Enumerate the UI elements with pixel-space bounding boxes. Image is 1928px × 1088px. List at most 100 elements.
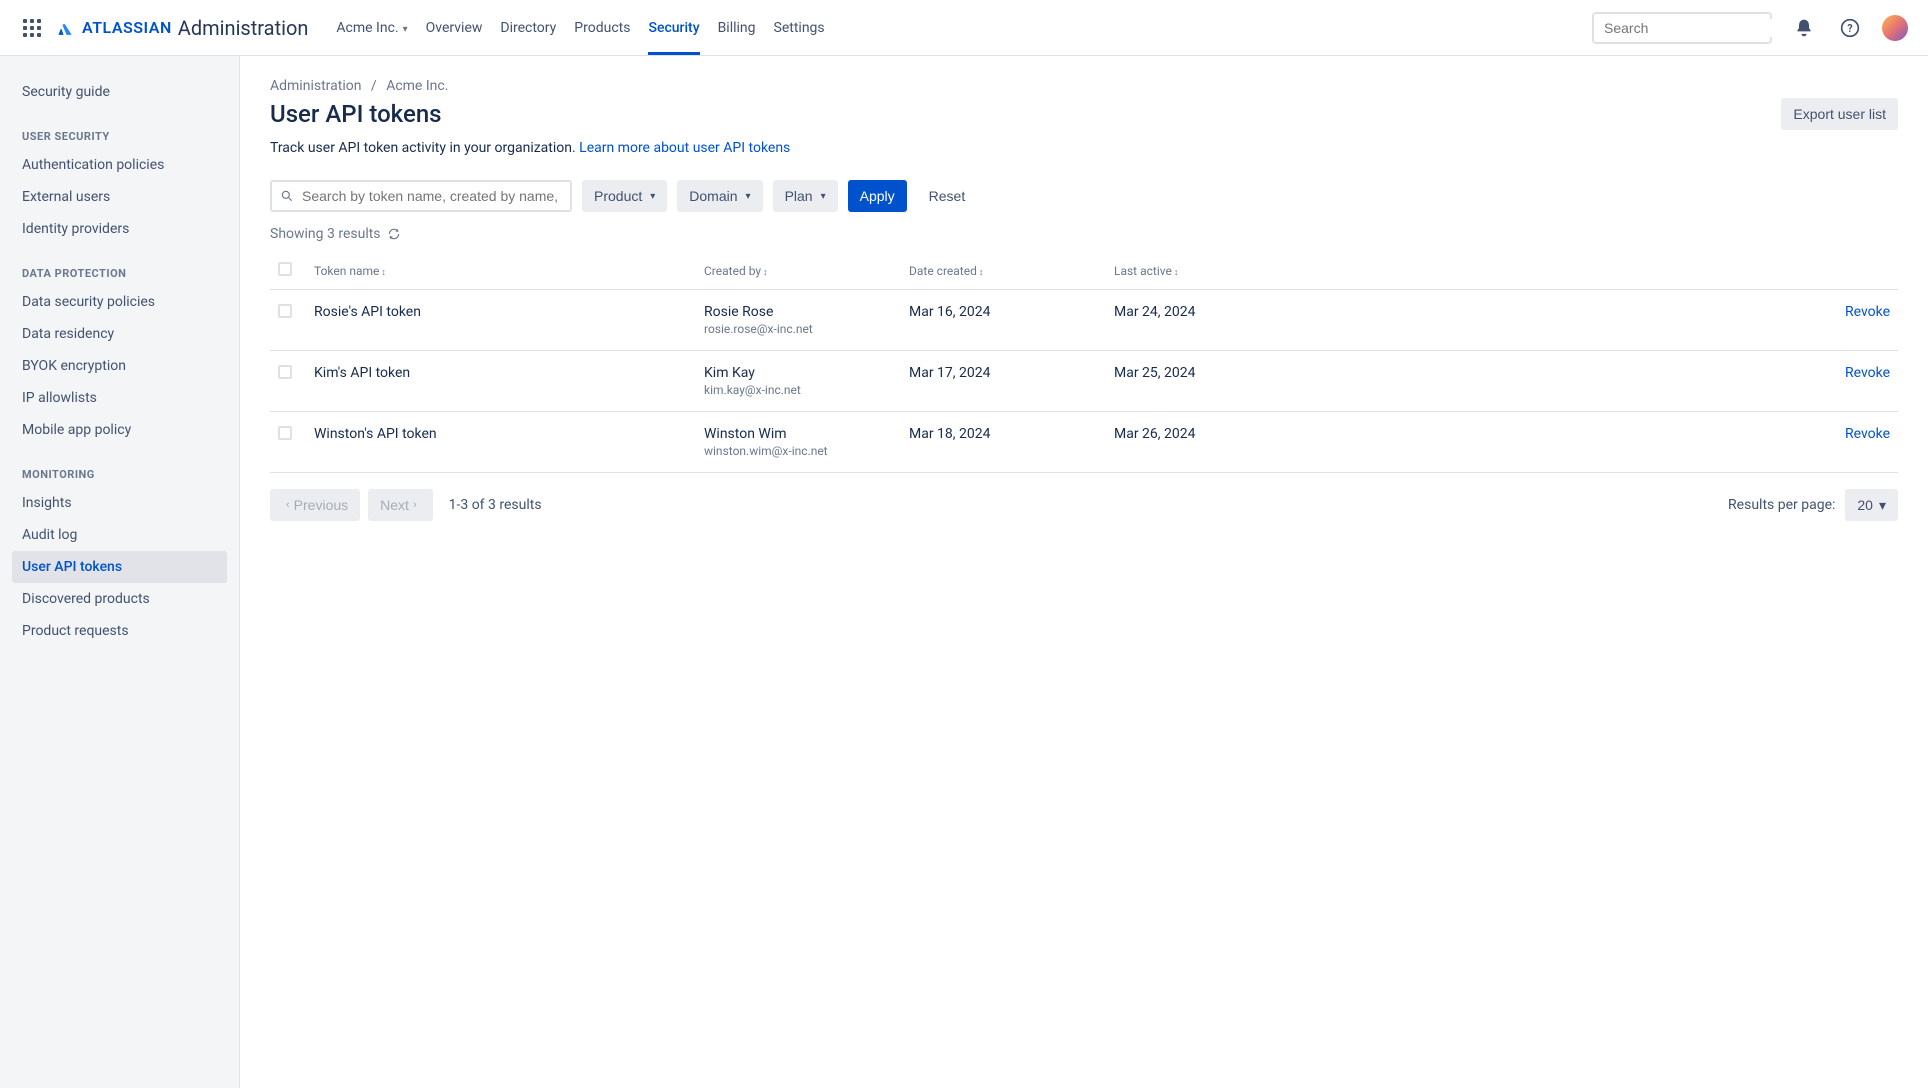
filter-toolbar: Product ▾ Domain ▾ Plan▾ Apply Reset: [270, 180, 1898, 212]
nav-settings[interactable]: Settings: [774, 2, 825, 54]
search-icon: [280, 189, 294, 203]
next-page-button[interactable]: Next ›: [368, 489, 432, 521]
page-range: 1-3 of 3 results: [449, 497, 542, 513]
filter-product-label: Product: [594, 188, 642, 204]
sidebar-item-insights[interactable]: Insights: [12, 487, 227, 519]
sidebar-group-monitoring: MONITORING: [22, 468, 217, 481]
chevron-down-icon: ▾: [821, 191, 826, 202]
col-header-created-by[interactable]: Created by↕: [696, 252, 901, 290]
crumb-admin[interactable]: Administration: [270, 78, 361, 94]
sort-icon: ↕: [1174, 268, 1179, 278]
sidebar-item-external-users[interactable]: External users: [12, 181, 227, 213]
per-page-value: 20: [1857, 497, 1873, 513]
brand-admin: Administration: [178, 16, 309, 40]
chevron-down-icon: ▾: [1879, 497, 1886, 514]
nav-security[interactable]: Security: [648, 2, 699, 54]
cell-date-created: Mar 16, 2024: [901, 290, 1106, 351]
per-page-select[interactable]: 20 ▾: [1845, 489, 1898, 521]
page-desc-text: Track user API token activity in your or…: [270, 140, 579, 156]
learn-more-link[interactable]: Learn more about user API tokens: [579, 140, 790, 156]
sidebar-item-byok-encryption[interactable]: BYOK encryption: [12, 350, 227, 382]
page-title: User API tokens: [270, 100, 442, 128]
help-icon[interactable]: ?: [1836, 14, 1864, 42]
cell-token-name: Winston's API token: [306, 412, 696, 473]
filter-product[interactable]: Product ▾: [582, 180, 667, 212]
reset-button[interactable]: Reset: [917, 180, 978, 212]
export-user-list-button[interactable]: Export user list: [1781, 98, 1898, 130]
avatar[interactable]: [1882, 15, 1908, 41]
chevron-down-icon: ▾: [746, 191, 751, 202]
cell-created-by: Rosie Roserosie.rose@x-inc.net: [696, 290, 901, 351]
chevron-down-icon: ▾: [650, 191, 655, 202]
table-row: Rosie's API token Rosie Roserosie.rose@x…: [270, 290, 1898, 351]
results-per-page: Results per page: 20▾: [1728, 489, 1898, 521]
sidebar-item-identity-providers[interactable]: Identity providers: [12, 213, 227, 245]
cell-date-created: Mar 18, 2024: [901, 412, 1106, 473]
notifications-icon[interactable]: [1790, 14, 1818, 42]
sidebar-group-user-security: USER SECURITY: [22, 130, 217, 143]
cell-last-active: Mar 25, 2024: [1106, 351, 1311, 412]
token-search-input[interactable]: [300, 187, 562, 205]
chevron-right-icon: ›: [413, 499, 417, 511]
chevron-left-icon: ‹: [286, 499, 290, 511]
main-content: Administration / Acme Inc. User API toke…: [240, 56, 1928, 1088]
sort-icon: ↕: [979, 268, 984, 278]
filter-domain[interactable]: Domain ▾: [677, 180, 762, 212]
table-row: Winston's API token Winston Wimwinston.w…: [270, 412, 1898, 473]
row-checkbox[interactable]: [278, 304, 292, 318]
cell-created-by: Winston Wimwinston.wim@x-inc.net: [696, 412, 901, 473]
revoke-link[interactable]: Revoke: [1845, 365, 1890, 381]
sidebar: Security guide USER SECURITY Authenticat…: [0, 56, 240, 1088]
brand[interactable]: ATLASSIAN Administration: [56, 16, 308, 40]
refresh-icon[interactable]: [387, 227, 401, 241]
filter-plan[interactable]: Plan▾: [773, 180, 838, 212]
sidebar-item-ip-allowlists[interactable]: IP allowlists: [12, 382, 227, 414]
sidebar-item-product-requests[interactable]: Product requests: [12, 615, 227, 647]
apply-button[interactable]: Apply: [848, 180, 907, 212]
page-description: Track user API token activity in your or…: [270, 140, 1898, 156]
table-row: Kim's API token Kim Kaykim.kay@x-inc.net…: [270, 351, 1898, 412]
nav-overview[interactable]: Overview: [426, 2, 483, 54]
sidebar-item-mobile-app-policy[interactable]: Mobile app policy: [12, 414, 227, 446]
nav-products[interactable]: Products: [574, 2, 630, 54]
select-all-checkbox[interactable]: [278, 262, 292, 276]
atlassian-logo-icon: [56, 18, 76, 38]
nav-directory[interactable]: Directory: [500, 2, 556, 54]
sidebar-item-security-guide[interactable]: Security guide: [12, 76, 227, 108]
sidebar-item-audit-log[interactable]: Audit log: [12, 519, 227, 551]
sidebar-item-data-security-policies[interactable]: Data security policies: [12, 286, 227, 318]
row-checkbox[interactable]: [278, 426, 292, 440]
revoke-link[interactable]: Revoke: [1845, 304, 1890, 320]
org-name: Acme Inc.: [336, 20, 398, 36]
sort-icon: ↕: [381, 268, 386, 278]
global-search[interactable]: [1592, 12, 1772, 44]
sidebar-item-auth-policies[interactable]: Authentication policies: [12, 149, 227, 181]
cell-date-created: Mar 17, 2024: [901, 351, 1106, 412]
org-switcher[interactable]: Acme Inc.▾: [336, 2, 407, 54]
global-search-input[interactable]: [1602, 19, 1787, 37]
app-switcher-icon[interactable]: [20, 16, 44, 40]
results-count: Showing 3 results: [270, 226, 1898, 242]
cell-last-active: Mar 26, 2024: [1106, 412, 1311, 473]
primary-nav: Acme Inc.▾ Overview Directory Products S…: [336, 2, 824, 54]
next-label: Next: [380, 497, 409, 513]
filter-domain-label: Domain: [689, 188, 737, 204]
prev-page-button[interactable]: ‹Previous: [270, 489, 360, 521]
tokens-table: Token name↕ Created by↕ Date created↕ La…: [270, 252, 1898, 473]
col-header-last-active[interactable]: Last active↕: [1106, 252, 1311, 290]
breadcrumb: Administration / Acme Inc.: [270, 78, 1898, 94]
cell-token-name: Rosie's API token: [306, 290, 696, 351]
row-checkbox[interactable]: [278, 365, 292, 379]
cell-created-by: Kim Kaykim.kay@x-inc.net: [696, 351, 901, 412]
nav-billing[interactable]: Billing: [718, 2, 756, 54]
sidebar-item-user-api-tokens[interactable]: User API tokens: [12, 551, 227, 583]
token-search[interactable]: [270, 180, 572, 212]
col-header-date-created[interactable]: Date created↕: [901, 252, 1106, 290]
sidebar-item-data-residency[interactable]: Data residency: [12, 318, 227, 350]
table-footer: ‹Previous Next› 1-3 of 3 results Results…: [270, 489, 1898, 521]
svg-text:?: ?: [1847, 22, 1852, 35]
crumb-org[interactable]: Acme Inc.: [386, 78, 448, 94]
sidebar-item-discovered-products[interactable]: Discovered products: [12, 583, 227, 615]
revoke-link[interactable]: Revoke: [1845, 426, 1890, 442]
col-header-token-name[interactable]: Token name↕: [306, 252, 696, 290]
